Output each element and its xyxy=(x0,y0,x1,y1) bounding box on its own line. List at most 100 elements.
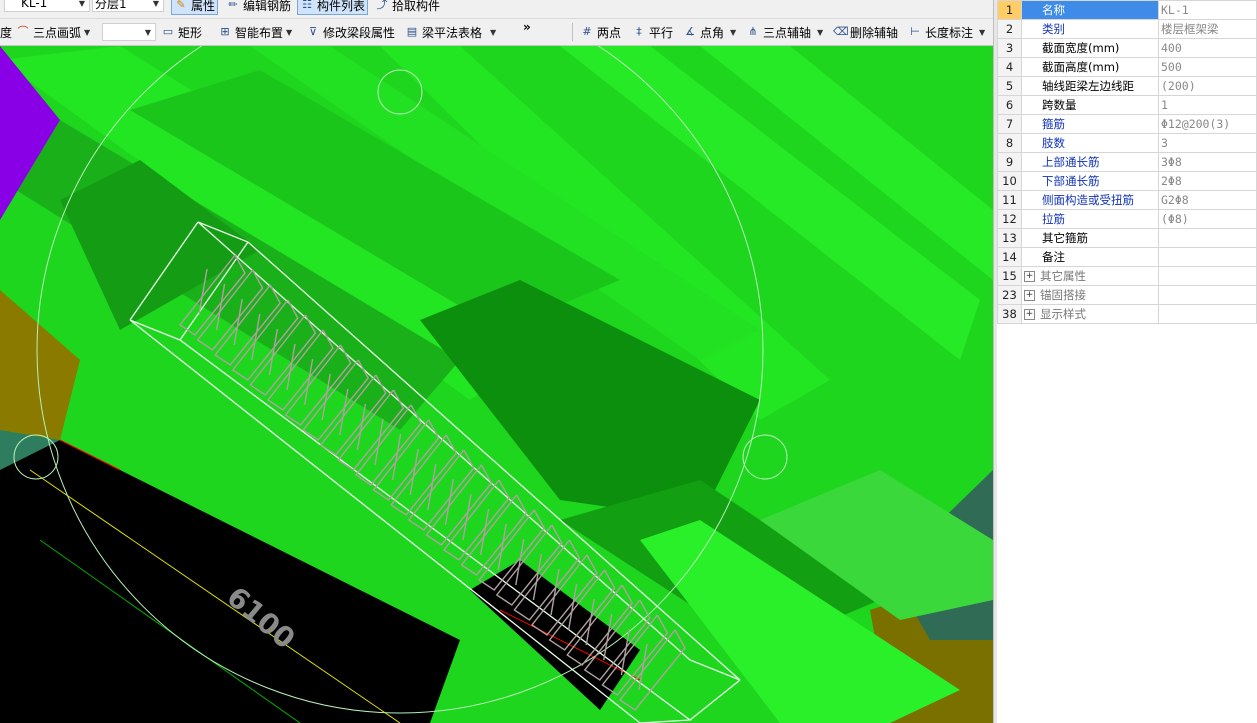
property-value[interactable] xyxy=(1158,266,1257,286)
chevron-down-icon: ▼ xyxy=(84,27,91,37)
expand-plus-icon[interactable]: + xyxy=(1024,309,1035,320)
properties-panel: 1 名称 KL-1 2 类别 楼层框架梁 3 截面宽度(mm) 400 4 截面高度(mm) 500 5… xyxy=(997,0,1257,723)
three-point-axis-button[interactable]: ⋔ 三点辅轴 ▼ xyxy=(746,22,823,42)
property-row[interactable]: 13 其它箍筋 xyxy=(997,228,1257,248)
property-row[interactable]: 10 下部通长筋 2Φ8 xyxy=(997,171,1257,191)
property-row[interactable]: 6 跨数量 1 xyxy=(997,95,1257,115)
property-name: 截面高度(mm) xyxy=(1021,57,1159,77)
property-value[interactable] xyxy=(1158,247,1257,267)
property-value[interactable]: 楼层框架梁 xyxy=(1158,19,1257,39)
length-dimension-button[interactable]: ⊢ 长度标注 ▼ xyxy=(908,22,985,42)
property-value[interactable]: G2Φ8 xyxy=(1158,190,1257,210)
property-name-text: 上部通长筋 xyxy=(1042,155,1100,169)
property-name: 备注 xyxy=(1021,247,1159,267)
three-point-arc-button[interactable]: ⌒ 三点画弧 ▼ xyxy=(16,22,91,42)
property-name: 类别 xyxy=(1021,19,1159,39)
property-row[interactable]: 1 名称 KL-1 xyxy=(997,0,1257,20)
property-name-text: 下部通长筋 xyxy=(1042,174,1100,188)
point-angle-button[interactable]: ∡ 点角 ▼ xyxy=(683,22,736,42)
property-name: + 锚固搭接 xyxy=(1021,285,1159,305)
draw-mode-select[interactable]: ▼ xyxy=(102,23,156,41)
property-row[interactable]: 8 肢数 3 xyxy=(997,133,1257,153)
property-name-text: 箍筋 xyxy=(1042,117,1065,131)
viewport-canvas[interactable]: 6100 xyxy=(0,46,993,723)
point-angle-label: 点角 xyxy=(700,25,725,40)
pick-component-button[interactable]: ⤴ 拾取构件 xyxy=(375,0,441,15)
component-list-label: 构件列表 xyxy=(317,0,366,13)
property-row[interactable]: 7 箍筋 Φ12@200(3) xyxy=(997,114,1257,134)
expand-plus-icon[interactable]: + xyxy=(1024,290,1035,301)
toolbar-draw: 度 ⌒ 三点画弧 ▼ ▼ ▭ 矩形 ⊞ 智能布置 ▼ ⊽ 修改梁段属性 ▤ 梁平… xyxy=(0,19,993,46)
property-value[interactable]: 400 xyxy=(1158,38,1257,58)
parallel-icon: ‡ xyxy=(636,25,642,38)
property-row[interactable]: 3 截面宽度(mm) 400 xyxy=(997,38,1257,58)
delete-axis-button[interactable]: ⌫ 删除辅轴 xyxy=(833,22,898,42)
property-name-text: 拉筋 xyxy=(1042,212,1065,226)
rectangle-label: 矩形 xyxy=(178,25,203,40)
properties-button[interactable]: ✎ 属性 xyxy=(171,0,219,15)
chevron-down-icon: ▼ xyxy=(144,27,151,37)
property-value[interactable]: (200) xyxy=(1158,76,1257,96)
property-value[interactable]: 3Φ8 xyxy=(1158,152,1257,172)
toolbar-overflow-button[interactable]: » xyxy=(523,17,531,37)
property-row-number: 10 xyxy=(997,171,1022,191)
modify-span-button[interactable]: ⊽ 修改梁段属性 xyxy=(306,22,395,42)
edit-rebar-button[interactable]: ✏ 编辑钢筋 xyxy=(226,0,291,15)
property-row[interactable]: 15 + 其它属性 xyxy=(997,266,1257,286)
property-value[interactable]: 2Φ8 xyxy=(1158,171,1257,191)
property-row[interactable]: 4 截面高度(mm) 500 xyxy=(997,57,1257,77)
layer-select[interactable]: 分层1 ▼ xyxy=(92,0,164,12)
property-name-text: 侧面构造或受扭筋 xyxy=(1042,193,1134,207)
property-name: 上部通长筋 xyxy=(1021,152,1159,172)
pick-component-label: 拾取构件 xyxy=(392,0,441,13)
property-value[interactable] xyxy=(1158,285,1257,305)
property-value[interactable]: KL-1 xyxy=(1158,0,1257,20)
property-name: + 显示样式 xyxy=(1021,304,1159,324)
property-row-number: 12 xyxy=(997,209,1022,229)
component-list-button[interactable]: ☷ 构件列表 xyxy=(297,0,369,15)
component-select-value: KL-1 xyxy=(21,0,48,10)
chevron-down-icon: ▼ xyxy=(979,27,986,37)
property-row[interactable]: 12 拉筋 (Φ8) xyxy=(997,209,1257,229)
rectangle-button[interactable]: ▭ 矩形 xyxy=(161,22,202,42)
property-row[interactable]: 11 侧面构造或受扭筋 G2Φ8 xyxy=(997,190,1257,210)
property-row[interactable]: 38 + 显示样式 xyxy=(997,304,1257,324)
two-points-icon: # xyxy=(582,25,592,38)
dimension-icon: ⊢ xyxy=(910,25,920,38)
property-value[interactable]: Φ12@200(3) xyxy=(1158,114,1257,134)
list-icon: ☷ xyxy=(302,0,312,11)
chevron-down-icon: ▼ xyxy=(152,0,159,8)
property-name: 名称 xyxy=(1021,0,1159,20)
beam-table-button[interactable]: ▤ 梁平法表格 ▼ xyxy=(405,22,496,42)
property-value[interactable] xyxy=(1158,228,1257,248)
property-name: 肢数 xyxy=(1021,133,1159,153)
property-row[interactable]: 5 轴线距梁左边线距 (200) xyxy=(997,76,1257,96)
property-row[interactable]: 2 类别 楼层框架梁 xyxy=(997,19,1257,39)
property-row[interactable]: 23 + 锚固搭接 xyxy=(997,285,1257,305)
property-row[interactable]: 14 备注 xyxy=(997,247,1257,267)
length-dimension-label: 长度标注 xyxy=(925,25,974,40)
pick-icon: ⤴ xyxy=(376,0,388,11)
property-value[interactable]: 500 xyxy=(1158,57,1257,77)
property-value[interactable] xyxy=(1158,304,1257,324)
table-icon: ▤ xyxy=(406,25,418,38)
expand-plus-icon[interactable]: + xyxy=(1024,271,1035,282)
property-value[interactable]: 3 xyxy=(1158,133,1257,153)
property-name-text: 其它属性 xyxy=(1040,269,1086,283)
smart-layout-button[interactable]: ⊞ 智能布置 ▼ xyxy=(218,22,292,42)
component-select[interactable]: KL-1 ▼ xyxy=(4,0,90,12)
property-value[interactable]: 1 xyxy=(1158,95,1257,115)
property-row-number: 3 xyxy=(997,38,1022,58)
property-row[interactable]: 9 上部通长筋 3Φ8 xyxy=(997,152,1257,172)
beam-table-label: 梁平法表格 xyxy=(422,25,483,40)
property-name: 箍筋 xyxy=(1021,114,1159,134)
parallel-button[interactable]: ‡ 平行 xyxy=(632,22,673,42)
two-points-button[interactable]: # 两点 xyxy=(580,22,621,42)
property-name: 截面宽度(mm) xyxy=(1021,38,1159,58)
model-viewport[interactable]: 6100 xyxy=(0,46,993,723)
property-name: 侧面构造或受扭筋 xyxy=(1021,190,1159,210)
property-value[interactable]: (Φ8) xyxy=(1158,209,1257,229)
property-row-number: 38 xyxy=(997,304,1022,324)
cut-off-item[interactable]: 度 xyxy=(0,22,12,42)
point-angle-icon: ∡ xyxy=(685,25,695,38)
